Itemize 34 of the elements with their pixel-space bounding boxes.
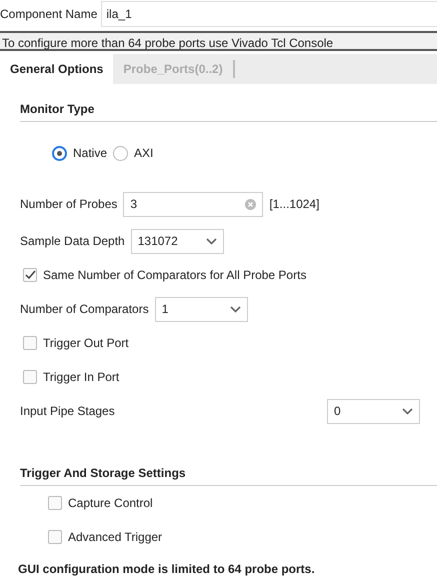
clear-icon xyxy=(245,198,256,210)
name-input[interactable]: ila_1 xyxy=(101,1,437,27)
probes-input[interactable]: 3 xyxy=(123,192,264,216)
chevron-down-icon xyxy=(230,306,241,312)
radio-button[interactable] xyxy=(113,146,128,160)
section-title: Trigger And Storage Settings xyxy=(20,464,437,486)
range-hint: [1...1024] xyxy=(269,196,320,213)
radio-label: AXI xyxy=(134,145,154,162)
field-label: Input Pipe Stages xyxy=(20,403,115,420)
checkbox[interactable] xyxy=(23,336,37,350)
dropdown[interactable]: 131072 xyxy=(130,228,224,254)
checkbox-label: Trigger In Port xyxy=(43,369,120,386)
checkbox-label: Capture Control xyxy=(68,495,153,512)
field-label: Number of Probes xyxy=(20,196,118,213)
checkbox[interactable] xyxy=(48,496,62,510)
chevron-down-icon xyxy=(206,238,217,244)
field-label: Sample Data Depth xyxy=(20,233,125,250)
dropdown[interactable]: 0 xyxy=(327,398,420,424)
info-banner: To configure more than 64 probe ports use Vivado Tcl Console xyxy=(0,31,437,51)
field-label: Component Name xyxy=(0,6,98,23)
field-label: Number of Comparators xyxy=(20,301,149,318)
footer-note: GUI configuration mode is limited to 64 probe ports. xyxy=(17,561,316,576)
radio-label: Native xyxy=(73,145,108,162)
dropdown[interactable]: 1 xyxy=(154,296,248,322)
checkbox[interactable] xyxy=(23,370,37,384)
checkbox[interactable] xyxy=(23,268,37,282)
chevron-down-icon xyxy=(402,408,413,414)
section-title: Monitor Type xyxy=(20,100,437,122)
radio-button[interactable] xyxy=(52,146,67,160)
checkbox-label: Trigger Out Port xyxy=(43,335,129,352)
checkbox[interactable] xyxy=(48,530,62,544)
checkbox-label: Same Number of Comparators for All Probe Ports xyxy=(43,267,306,284)
tab[interactable]: General Options xyxy=(0,54,114,84)
checkbox-label: Advanced Trigger xyxy=(68,529,162,546)
